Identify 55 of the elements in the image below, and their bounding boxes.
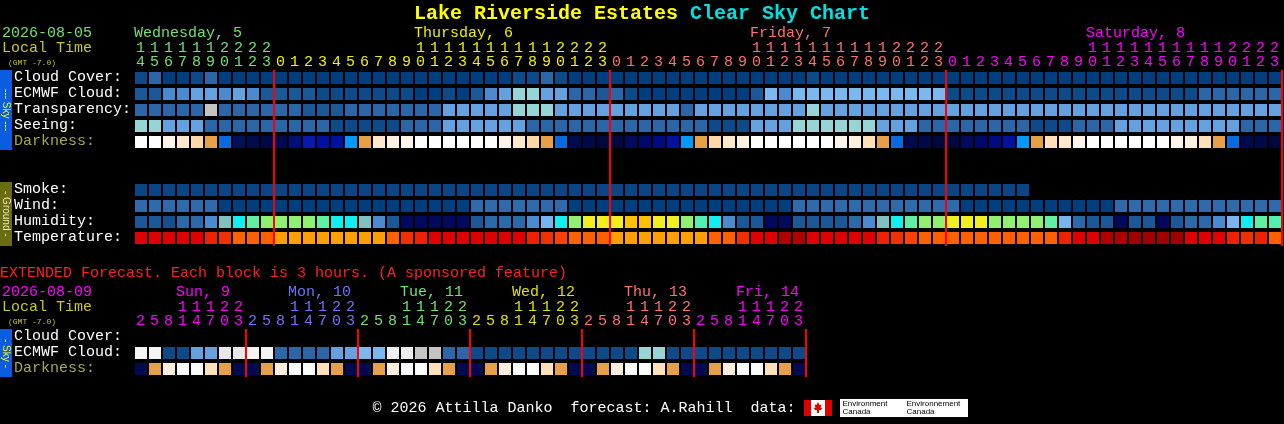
hour-digits: 25814703 [583, 315, 694, 329]
day-label: Tue, 11 [400, 286, 464, 300]
forecast-date: 2026-08-05 [1, 27, 93, 41]
row-label: Humidity: [14, 214, 96, 230]
day-label: Wednesday, 5 [134, 27, 244, 41]
timezone-label: (GMT -7.0) [7, 57, 57, 69]
local-time-label: Local Time [1, 42, 93, 56]
logo-text: Environment Canada [841, 400, 889, 416]
row-label: Transparency: [14, 102, 133, 118]
row-label: Cloud Cover: [14, 329, 124, 345]
row-label: Temperature: [14, 230, 124, 246]
extended-forecast-note: EXTENDED Forecast. Each block is 3 hours. (A sponsored feature) [0, 266, 569, 282]
row-label: Darkness: [14, 134, 96, 150]
day-label: Sun, 9 [176, 286, 231, 300]
hour-tens-digits: 11122 [626, 301, 694, 315]
hour-tens-digits: 11122 [290, 301, 358, 315]
row-label: Darkness: [14, 361, 96, 377]
local-time-label: Local Time [1, 301, 93, 315]
hour-digits: 25814703 [135, 315, 246, 329]
row-label: Seeing: [14, 118, 78, 134]
hour-digits: 4567890123 [135, 56, 274, 70]
day-label: Friday, 7 [750, 27, 832, 41]
hour-tens-digits: 11111111112222 [1088, 42, 1282, 56]
hour-tens-digits: 11122 [178, 301, 246, 315]
row-label: ECMWF Cloud: [14, 86, 124, 102]
chart-title: Clear Sky Chart [690, 1, 871, 25]
credit-text: © 2026 Attilla Danko forecast: A.Rahill data: [372, 399, 796, 417]
hour-tens-digits: 11122 [738, 301, 806, 315]
timezone-label: (GMT -7.0) [7, 316, 57, 328]
hour-tens-digits: 11111111112222 [752, 42, 946, 56]
hour-digits: 25814703 [695, 315, 806, 329]
day-label: Mon, 10 [288, 286, 352, 300]
forecast-date: 2026-08-09 [1, 286, 93, 300]
hour-digits: 25814703 [247, 315, 358, 329]
day-label: Thursday, 6 [414, 27, 515, 41]
row-label: Wind: [14, 198, 60, 214]
hour-tens-digits: 1111112222 [135, 42, 274, 56]
hour-digits: 012345678901234567890123 [947, 56, 1282, 70]
row-label: ECMWF Cloud: [14, 345, 124, 361]
flag-icon [803, 400, 832, 416]
hour-tens-digits: 11122 [402, 301, 470, 315]
hour-digits: 012345678901234567890123 [275, 56, 610, 70]
site-title: Lake Riverside Estates [413, 1, 678, 25]
hour-digits: 25814703 [359, 315, 470, 329]
day-label: Wed, 12 [512, 286, 576, 300]
day-label: Thu, 13 [624, 286, 688, 300]
hour-tens-digits: 11111111112222 [416, 42, 610, 56]
day-label: Saturday, 8 [1086, 27, 1187, 41]
hour-digits: 012345678901234567890123 [611, 56, 946, 70]
hour-tens-digits: 11122 [514, 301, 582, 315]
hour-digits: 25814703 [471, 315, 582, 329]
logo-text: Environnement Canada [905, 400, 962, 416]
row-label: Cloud Cover: [14, 70, 124, 86]
day-label: Fri, 14 [736, 286, 800, 300]
row-label: Smoke: [14, 182, 69, 198]
